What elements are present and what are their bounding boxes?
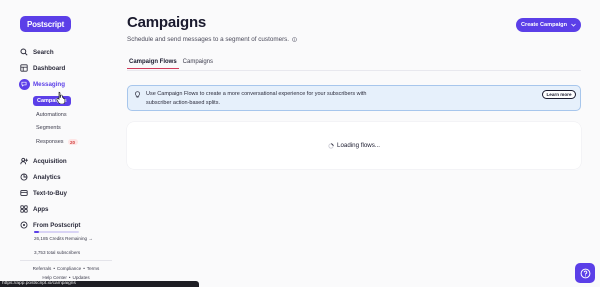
acquisition-icon: [20, 157, 28, 165]
sidebar-divider: [20, 260, 112, 261]
create-campaign-label: Create Campaign: [520, 22, 567, 28]
sidebar-item-acquisition[interactable]: Acquisition: [20, 155, 67, 167]
responses-count-badge: 20: [67, 139, 78, 145]
footer-links-row: Help Center • Updates: [42, 275, 90, 280]
sidebar-subitem-label: Responses: [36, 139, 64, 145]
campaign-tabs: Campaign Flows Campaigns: [127, 58, 217, 69]
footer-link-updates[interactable]: Updates: [73, 275, 90, 280]
page-subtitle: Schedule and send messages to a segment …: [127, 36, 297, 43]
sidebar-item-label: Text-to-Buy: [33, 189, 67, 197]
credits-remaining-link[interactable]: 26,185 Credits Remaining →: [34, 236, 93, 241]
footer-link-compliance[interactable]: Compliance: [57, 266, 81, 271]
dashboard-icon: [20, 64, 28, 72]
flows-list-card: Loading flows...: [127, 122, 581, 169]
loading-indicator: Loading flows...: [127, 122, 581, 169]
banner-message: Use Campaign Flows to create a more conv…: [146, 91, 367, 106]
spinner-icon: [328, 142, 334, 149]
sidebar-subitem-segments[interactable]: Segments: [36, 123, 61, 133]
sidebar-item-label: Dashboard: [33, 64, 66, 72]
sidebar-item-search[interactable]: Search: [20, 46, 54, 58]
sidebar: Postscript Search Dashboard Messaging Ca…: [0, 0, 114, 287]
sidebar-item-label: From Postscript: [33, 221, 81, 229]
credits-progress-bar: [34, 231, 79, 233]
chat-icon: [18, 78, 30, 90]
footer-link-terms[interactable]: Terms: [87, 266, 100, 271]
tabs-divider: [127, 70, 581, 71]
postscript-icon: [20, 221, 28, 229]
sidebar-subitem-responses[interactable]: Responses 20: [36, 137, 78, 147]
learn-more-button[interactable]: Learn more: [542, 90, 576, 99]
sidebar-item-from-postscript[interactable]: From Postscript: [20, 219, 80, 231]
sidebar-item-messaging[interactable]: Messaging: [18, 78, 65, 90]
sidebar-item-label: Acquisition: [33, 157, 67, 165]
sidebar-item-analytics[interactable]: Analytics: [20, 171, 61, 183]
footer-link-referrals[interactable]: Referrals: [33, 266, 52, 271]
text-to-buy-icon: [20, 189, 28, 197]
tab-campaigns[interactable]: Campaigns: [181, 58, 215, 69]
sidebar-item-label: Search: [33, 48, 54, 56]
hand-cursor-icon: [56, 91, 66, 104]
sidebar-item-dashboard[interactable]: Dashboard: [20, 62, 65, 74]
sidebar-subitem-automations[interactable]: Automations: [36, 110, 67, 120]
apps-icon: [20, 205, 28, 213]
page-title: Campaigns: [127, 14, 207, 31]
lightbulb-icon: [135, 91, 140, 98]
page-subtitle-text: Schedule and send messages to a segment …: [127, 36, 290, 43]
sidebar-item-text-to-buy[interactable]: Text-to-Buy: [20, 187, 67, 199]
postscript-logo[interactable]: Postscript: [20, 16, 71, 32]
footer-links-row: Referrals • Compliance • Terms: [32, 266, 100, 271]
sidebar-item-label: Apps: [33, 205, 49, 213]
sidebar-item-label: Messaging: [33, 80, 65, 88]
create-campaign-button[interactable]: Create Campaign: [516, 18, 581, 32]
sidebar-item-label: Analytics: [33, 173, 61, 181]
tab-campaign-flows[interactable]: Campaign Flows: [127, 58, 179, 69]
sidebar-item-apps[interactable]: Apps: [20, 203, 48, 215]
browser-status-url: https://app.postscript.io/campaigns: [0, 281, 199, 287]
chevron-down-icon: [571, 23, 576, 27]
credits-progress-fill: [34, 231, 40, 233]
info-icon[interactable]: [292, 37, 297, 42]
campaign-flows-info-banner: Use Campaign Flows to create a more conv…: [127, 85, 581, 111]
sidebar-subitem-label: Automations: [36, 112, 67, 118]
analytics-icon: [20, 173, 28, 181]
search-icon: [20, 48, 28, 56]
loading-text: Loading flows...: [337, 142, 380, 149]
sidebar-subitem-label: Segments: [36, 125, 61, 131]
footer-link-help-center[interactable]: Help Center: [42, 275, 67, 280]
help-chat-button[interactable]: [575, 263, 595, 283]
question-icon: [580, 268, 590, 278]
subscriber-count: 3,753 total subscribers: [34, 250, 81, 255]
